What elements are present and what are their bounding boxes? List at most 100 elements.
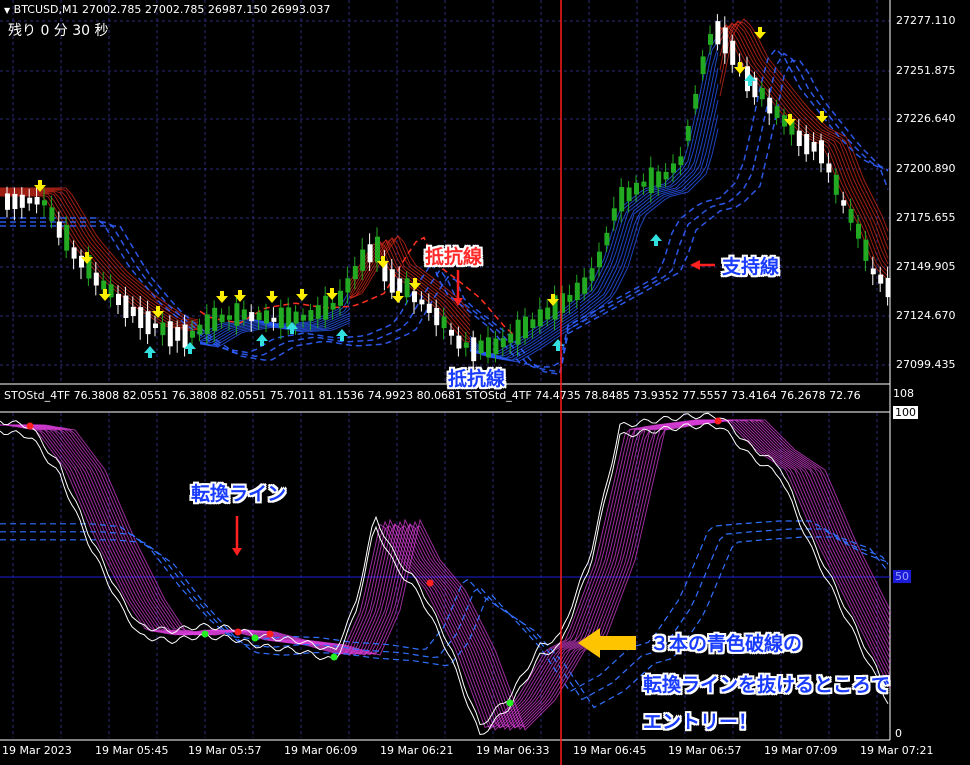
candle-body xyxy=(227,315,232,320)
candle-body xyxy=(537,309,543,327)
annotation-support: 支持線 xyxy=(722,256,780,278)
candle-body xyxy=(256,312,262,320)
candle-body xyxy=(449,329,454,336)
down-arrow-icon xyxy=(234,290,246,302)
annotation-entry-line3: エントリー！ xyxy=(643,711,758,733)
time-label: 19 Mar 06:09 xyxy=(284,744,358,757)
candle-body xyxy=(278,307,284,328)
candle-body xyxy=(42,200,47,206)
candle-body xyxy=(796,130,802,147)
candle-body xyxy=(515,319,521,345)
candle-body xyxy=(604,232,610,246)
signal-dot xyxy=(201,630,209,638)
candle-body xyxy=(204,314,210,334)
candle-body xyxy=(685,125,691,141)
time-label: 19 Mar 06:21 xyxy=(380,744,454,757)
candle-body xyxy=(819,140,824,164)
candle-body xyxy=(360,249,366,271)
price-label: 27226.640 xyxy=(896,112,956,125)
down-arrow-icon xyxy=(409,278,421,290)
candle-body xyxy=(264,310,269,324)
candle-body xyxy=(626,187,632,202)
price-label: 27175.655 xyxy=(896,211,956,224)
time-label: 19 Mar 05:57 xyxy=(188,744,262,757)
candle-body xyxy=(486,337,491,358)
time-label: 19 Mar 06:45 xyxy=(573,744,647,757)
indicator-scale-50: 50 xyxy=(893,570,911,583)
candle-body xyxy=(722,27,728,54)
candle-body xyxy=(34,197,40,205)
candle-body xyxy=(315,305,321,319)
time-label: 19 Mar 06:33 xyxy=(476,744,550,757)
candle-body xyxy=(715,21,721,45)
candle-body xyxy=(611,208,617,221)
candle-body xyxy=(848,208,854,223)
signal-dot xyxy=(330,653,338,661)
candle-body xyxy=(182,324,188,348)
candle-body xyxy=(175,327,181,341)
candle-body xyxy=(160,322,166,336)
candle-body xyxy=(352,265,358,280)
candle-body xyxy=(190,330,195,338)
candle-body xyxy=(212,307,218,331)
symbol-header-text: BTCUSD,M1 27002.785 27002.785 26987.150 … xyxy=(13,3,331,16)
countdown-timer: 残り 0 分 30 秒 xyxy=(8,23,109,39)
candle-body xyxy=(589,268,595,281)
candle-body xyxy=(404,278,410,298)
up-arrow-icon xyxy=(256,334,268,346)
down-arrow-icon xyxy=(296,289,308,301)
candle-body xyxy=(530,319,536,328)
candle-body xyxy=(19,194,25,208)
candle-body xyxy=(619,187,625,212)
down-arrow-icon xyxy=(754,27,766,39)
ma-line xyxy=(719,26,889,281)
candle-body xyxy=(478,340,484,354)
candle-body xyxy=(64,224,70,251)
indicator-scale-100: 100 xyxy=(893,406,918,419)
candle-body xyxy=(249,312,255,322)
candle-body xyxy=(389,269,395,293)
candle-body xyxy=(271,317,277,322)
candle-body xyxy=(826,163,832,173)
candle-body xyxy=(767,97,773,114)
candle-body xyxy=(708,34,713,45)
candle-body xyxy=(367,244,373,263)
signal-dot xyxy=(506,699,514,707)
down-arrow-icon xyxy=(216,291,228,303)
annotation-resistance-bottom: 抵抗線 xyxy=(448,368,506,390)
candle-body xyxy=(545,307,551,320)
candle-body xyxy=(145,311,151,335)
candle-body xyxy=(219,314,225,323)
candle-body xyxy=(878,274,884,284)
down-arrow-icon xyxy=(266,291,278,303)
candle-body xyxy=(774,106,780,118)
indicator-scale-0: 0 xyxy=(895,727,902,740)
candle-body xyxy=(493,338,499,355)
candle-body xyxy=(93,272,99,286)
signal-dot xyxy=(714,417,722,425)
candle-body xyxy=(804,133,810,155)
candle-body xyxy=(693,93,699,109)
candle-body xyxy=(167,321,173,347)
candle-body xyxy=(101,280,107,290)
signal-dot xyxy=(426,579,434,587)
candle-body xyxy=(671,163,676,173)
candle-body xyxy=(197,324,203,335)
price-label: 27149.905 xyxy=(896,260,956,273)
symbol-header: ▼ BTCUSD,M1 27002.785 27002.785 26987.15… xyxy=(4,3,330,16)
candle-body xyxy=(153,323,158,329)
candle-body xyxy=(870,268,876,275)
entry-arrow-icon xyxy=(598,636,636,650)
candle-body xyxy=(330,302,336,310)
candle-body xyxy=(71,247,77,259)
dropdown-triangle-icon[interactable]: ▼ xyxy=(4,6,10,15)
red-arrow-head-icon xyxy=(232,548,242,556)
candle-body xyxy=(434,308,440,326)
price-label: 27099.435 xyxy=(896,358,956,371)
price-label: 27277.110 xyxy=(896,14,956,27)
candle-body xyxy=(345,278,351,293)
candle-body xyxy=(12,193,18,210)
candle-body xyxy=(5,193,10,210)
candle-body xyxy=(397,278,403,293)
candle-body xyxy=(471,337,477,362)
